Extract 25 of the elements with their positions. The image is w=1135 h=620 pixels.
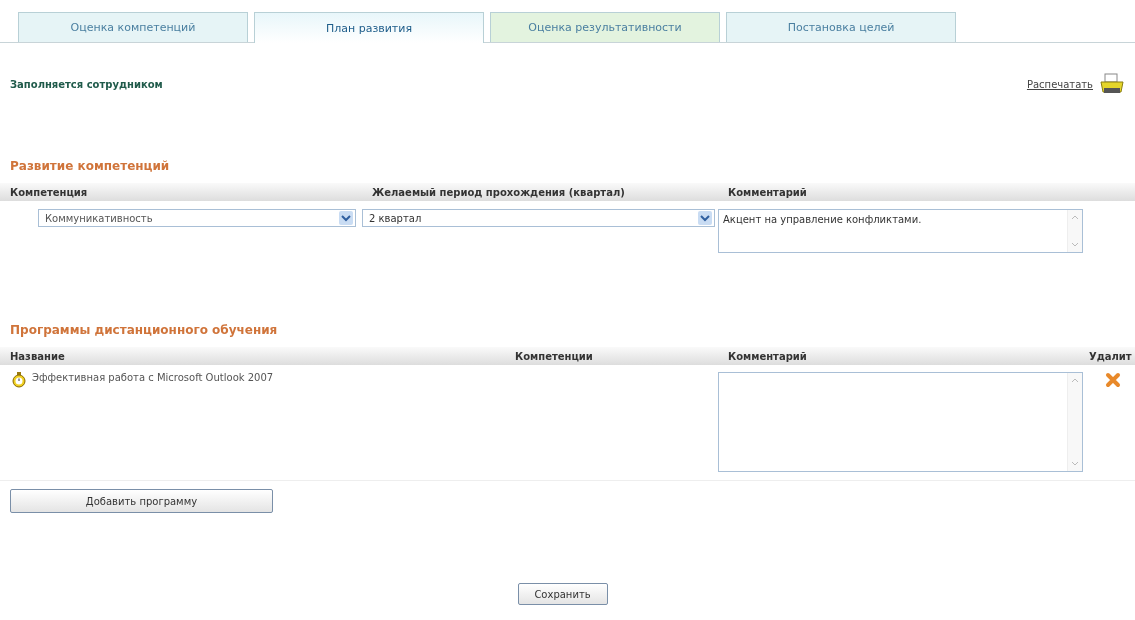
section-title: Программы дистанционного обучения (9, 323, 279, 339)
comment-field[interactable] (718, 372, 1083, 472)
tab[interactable]: Оценка компетенций (18, 12, 248, 42)
save-button[interactable]: Сохранить (517, 583, 608, 605)
print-link[interactable]: Распечатать (1026, 78, 1093, 90)
instruction-text: Заполняется сотрудником (10, 78, 163, 90)
column-header: Компетенции (514, 350, 594, 362)
printer-icon[interactable] (1099, 73, 1125, 95)
column-header: Название (9, 350, 66, 362)
program-name: Эффективная работа с Microsoft Outlook 2007 (32, 372, 275, 385)
column-header: Желаемый период прохождения (квартал) (371, 186, 626, 198)
tab[interactable]: Постановка целей (726, 12, 956, 42)
column-header: Удалит (1088, 350, 1133, 362)
tab[interactable]: План развития (254, 12, 484, 43)
delete-icon[interactable] (1105, 372, 1121, 388)
section-title: Развитие компетенций (9, 159, 171, 175)
tab[interactable]: Оценка результативности (490, 12, 720, 42)
add-program-button[interactable]: Добавить программу (10, 489, 273, 513)
column-header: Комментарий (727, 186, 808, 198)
column-header: Компетенция (9, 186, 89, 198)
period-dropdown[interactable]: 2 квартал (362, 209, 715, 227)
comment-field[interactable]: Акцент на управление конфликтами. (718, 209, 1083, 253)
competency-dropdown[interactable]: Коммуникативность (38, 209, 356, 227)
stopwatch-icon (12, 372, 26, 388)
column-header: Комментарий (727, 350, 808, 362)
